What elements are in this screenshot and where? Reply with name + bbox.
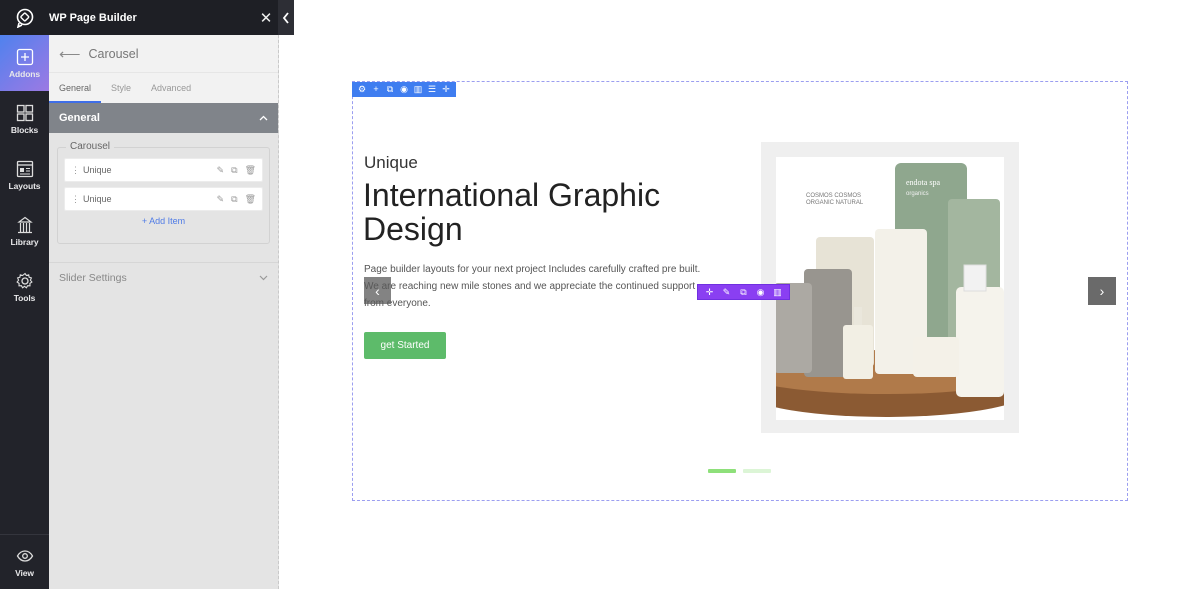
section-title: Slider Settings <box>59 271 127 284</box>
addon-toolbar: ✛ ✎ ⧉ ◉ ▥ <box>697 284 790 300</box>
rail-label: Blocks <box>10 124 39 135</box>
rail-item-tools[interactable]: Tools <box>0 259 49 315</box>
trash-icon[interactable]: ▥ <box>411 82 425 97</box>
gear-icon <box>15 272 33 289</box>
trash-icon[interactable]: 🗑 <box>245 194 256 205</box>
app-title: WP Page Builder <box>49 11 137 24</box>
section-title: General <box>59 112 100 124</box>
section-slider-settings[interactable]: Slider Settings <box>49 262 278 292</box>
move-icon[interactable]: ✛ <box>439 82 453 97</box>
image-brand-sub: organics <box>906 191 929 197</box>
add-icon[interactable]: + <box>369 82 383 97</box>
move-icon[interactable]: ✛ <box>701 285 718 299</box>
eye-icon <box>16 549 33 562</box>
rail-label: View <box>15 567 34 578</box>
carousel-dot-active[interactable] <box>708 469 736 473</box>
rail-item-layouts[interactable]: Layouts <box>0 147 49 203</box>
list-item[interactable]: ⋮ Unique ✎ ⧉ 🗑 <box>64 187 263 211</box>
slide-headline: International Graphic Design <box>363 177 661 247</box>
blocks-icon <box>16 104 33 121</box>
chevron-left-icon[interactable] <box>278 0 294 35</box>
svg-text:COSMOS COSMOS: COSMOS COSMOS <box>806 193 861 199</box>
image-brand: endota spa <box>906 178 940 187</box>
plus-square-icon <box>16 48 33 65</box>
settings-icon[interactable]: ⚙ <box>355 82 369 97</box>
list-item[interactable]: ⋮ Unique ✎ ⧉ 🗑 <box>64 158 263 182</box>
rail-item-view[interactable]: View <box>0 534 49 589</box>
fieldset-legend: Carousel <box>66 141 115 152</box>
slide-subtitle: Unique <box>364 153 418 172</box>
layouts-icon <box>16 160 33 177</box>
builder-topbar: WP Page Builder ✕ <box>0 0 294 35</box>
trash-icon[interactable]: 🗑 <box>245 165 256 176</box>
carousel-dot[interactable] <box>743 469 771 473</box>
chevron-up-icon <box>259 115 268 121</box>
rail-label: Tools <box>13 292 36 303</box>
duplicate-icon[interactable]: ⧉ <box>231 165 237 176</box>
edit-icon[interactable]: ✎ <box>217 165 225 176</box>
eye-icon[interactable]: ◉ <box>397 82 411 97</box>
section-general-header[interactable]: General <box>49 103 278 133</box>
get-started-button[interactable]: get Started <box>364 332 446 359</box>
trash-icon[interactable]: ▥ <box>769 285 786 299</box>
logo-icon <box>0 0 49 35</box>
panel-title: Carousel <box>88 46 139 61</box>
slide-description: Page builder layouts for your next proje… <box>364 264 701 309</box>
rail-label: Addons <box>8 68 41 79</box>
tab-general[interactable]: General <box>48 73 102 103</box>
add-item-button[interactable]: + Add Item <box>64 216 263 226</box>
rail-item-blocks[interactable]: Blocks <box>0 91 49 147</box>
library-icon <box>16 216 33 233</box>
rail-label: Layouts <box>8 180 41 191</box>
icon-rail: Addons Blocks Layouts Library Tools View <box>0 35 49 589</box>
carousel-dots <box>708 469 778 473</box>
edit-icon[interactable]: ✎ <box>718 285 735 299</box>
item-label: Unique <box>83 165 112 175</box>
settings-panel: ⟵ Carousel General Style Advanced Genera… <box>48 35 279 589</box>
carousel-prev-button[interactable]: ‹ <box>364 277 391 304</box>
columns-icon[interactable]: ☰ <box>425 82 439 97</box>
eye-icon[interactable]: ◉ <box>752 285 769 299</box>
arrow-left-icon[interactable]: ⟵ <box>59 45 81 63</box>
slide-image: COSMOS COSMOS ORGANIC NATURAL endota spa… <box>736 157 1062 420</box>
rail-label: Library <box>10 236 39 247</box>
item-label: Unique <box>83 194 112 204</box>
svg-text:ORGANIC NATURAL: ORGANIC NATURAL <box>806 200 864 206</box>
rail-item-library[interactable]: Library <box>0 203 49 259</box>
carousel-next-button[interactable]: › <box>1088 277 1116 305</box>
close-icon[interactable]: ✕ <box>254 0 278 35</box>
carousel-items-fieldset: Carousel ⋮ Unique ✎ ⧉ 🗑 ⋮ Unique ✎ ⧉ 🗑 +… <box>57 141 270 244</box>
duplicate-icon[interactable]: ⧉ <box>383 82 397 97</box>
rail-item-addons[interactable]: Addons <box>0 35 49 91</box>
chevron-down-icon <box>259 275 268 280</box>
tab-advanced[interactable]: Advanced <box>151 73 191 103</box>
duplicate-icon[interactable]: ⧉ <box>231 194 237 205</box>
add-item-label: Add Item <box>149 216 186 226</box>
panel-tabs: General Style Advanced <box>48 73 278 103</box>
drag-handle-icon[interactable]: ⋮ <box>71 165 80 176</box>
panel-header: ⟵ Carousel <box>49 35 278 73</box>
drag-handle-icon[interactable]: ⋮ <box>71 194 80 205</box>
tab-style[interactable]: Style <box>111 73 131 103</box>
row-toolbar: ⚙ + ⧉ ◉ ▥ ☰ ✛ <box>352 82 456 97</box>
edit-icon[interactable]: ✎ <box>217 194 225 205</box>
duplicate-icon[interactable]: ⧉ <box>735 285 752 299</box>
